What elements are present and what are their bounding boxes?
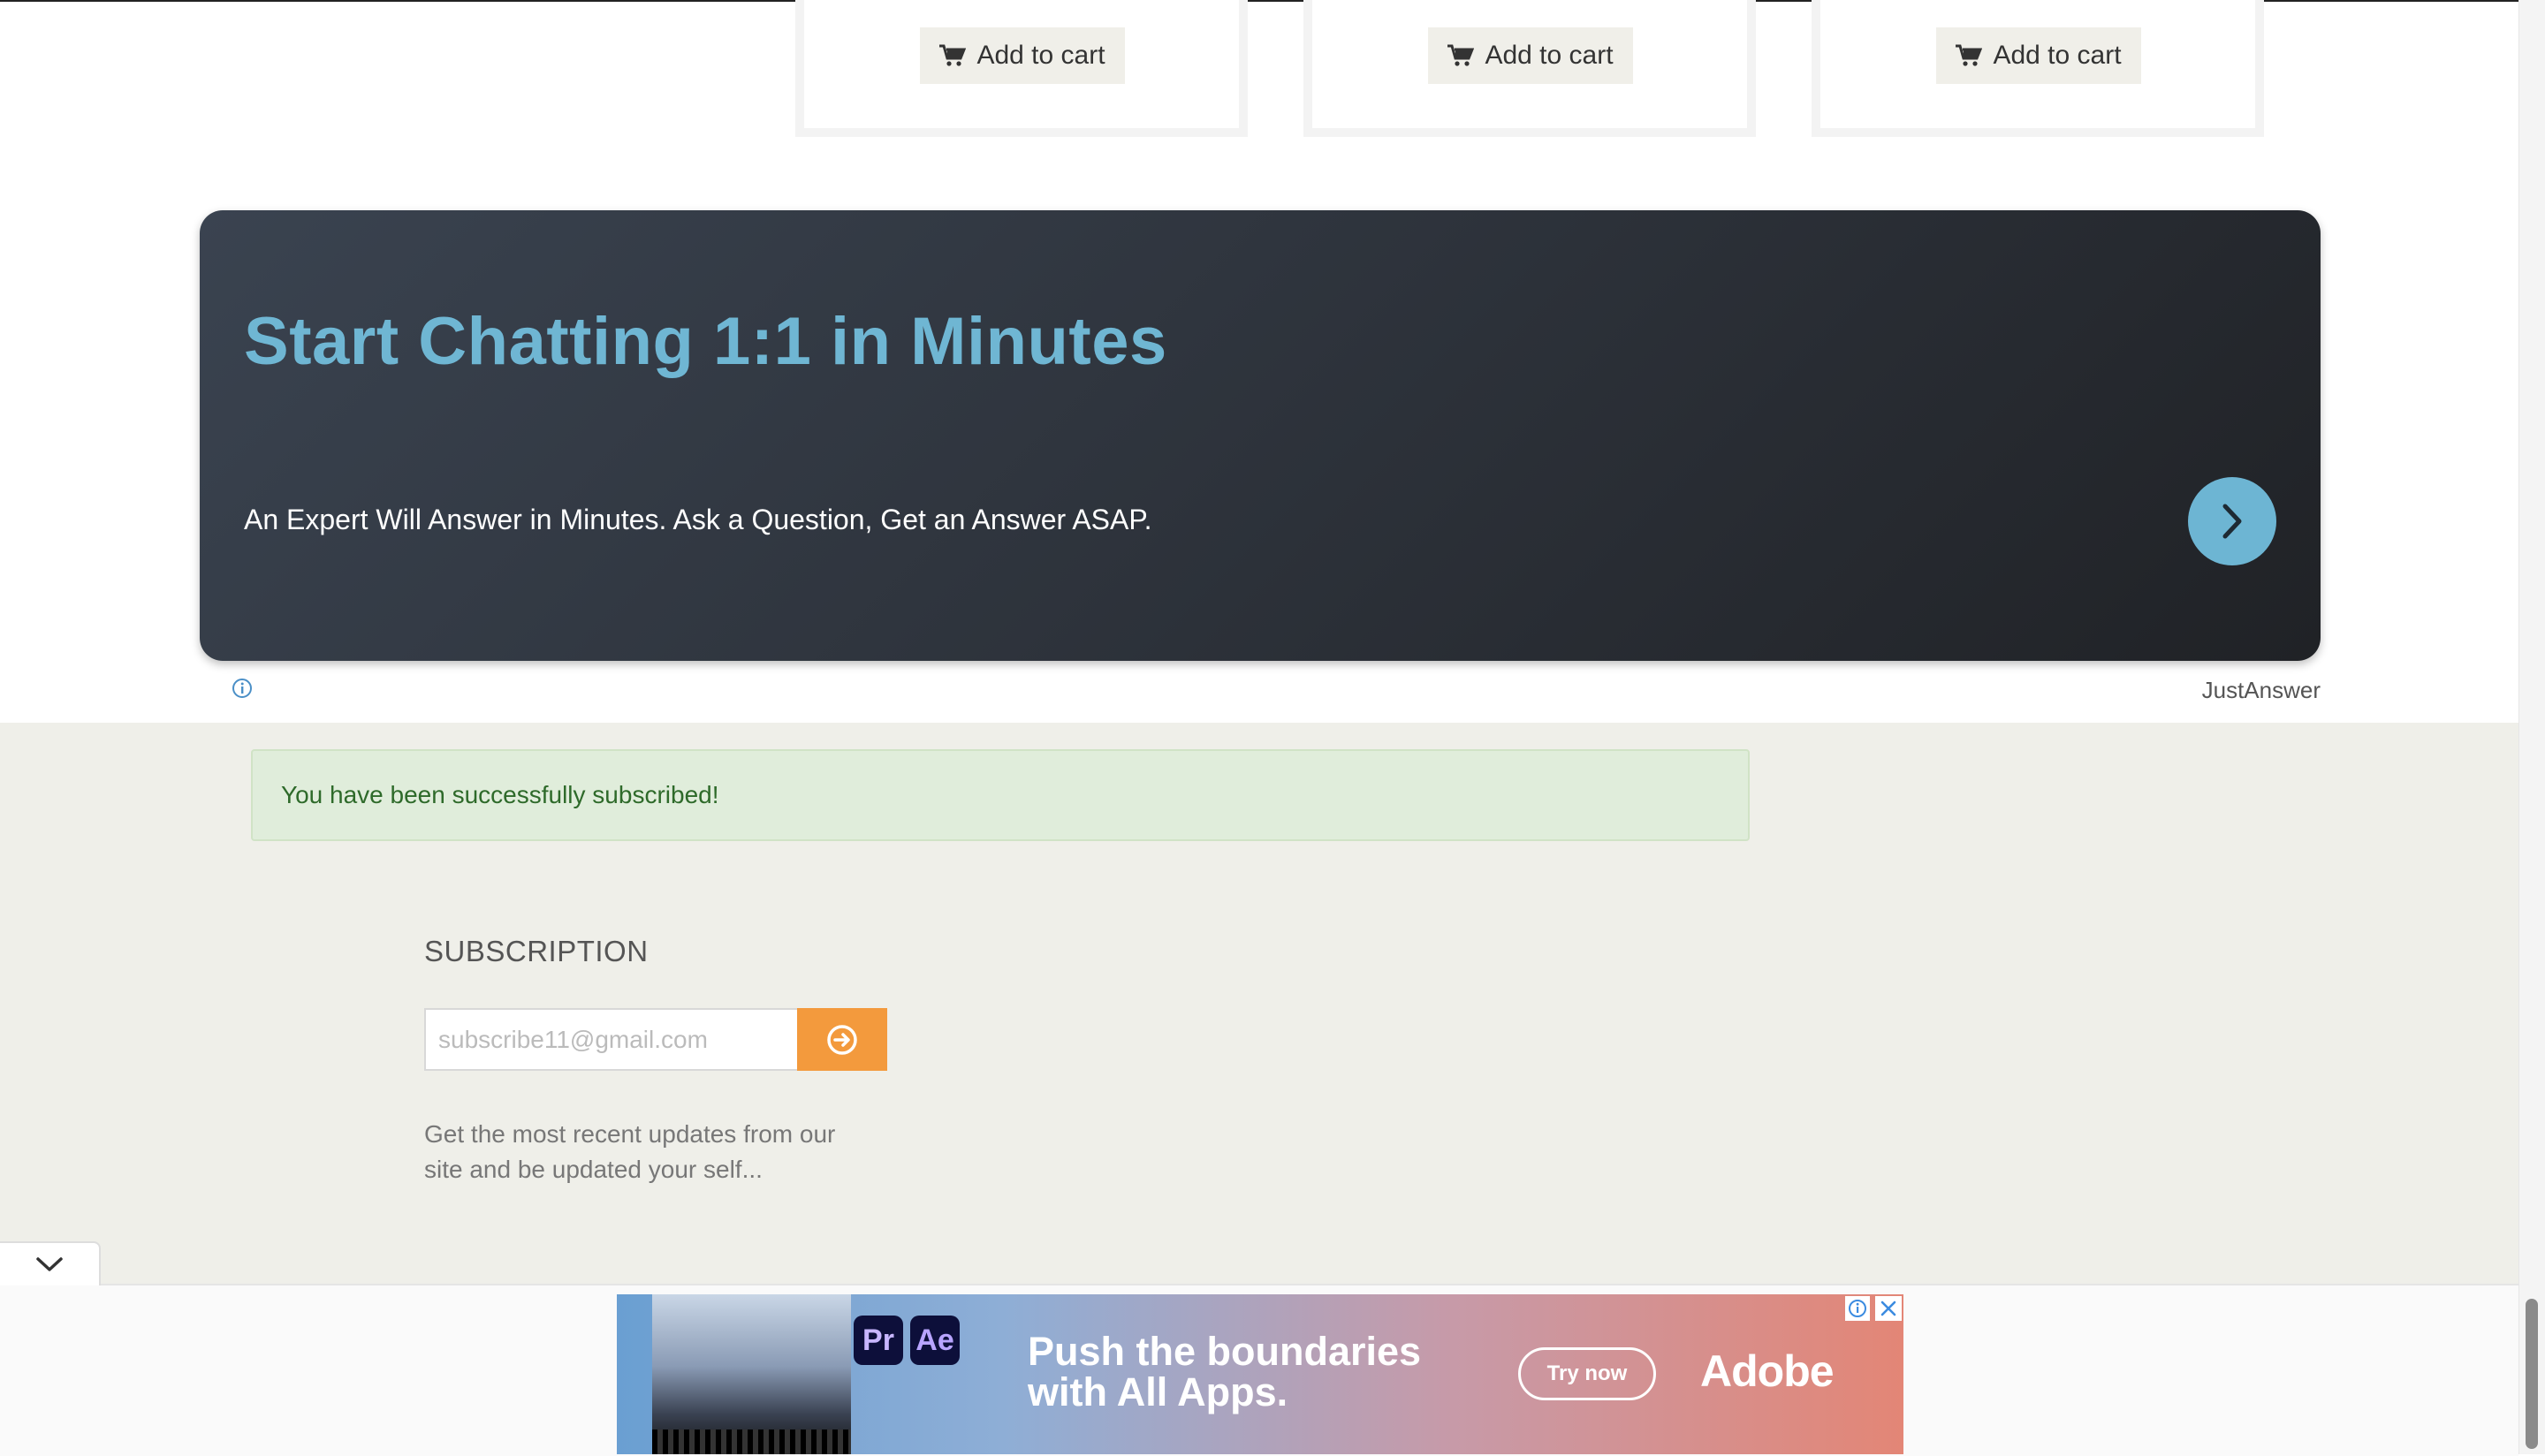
subscribe-button[interactable]: [797, 1008, 887, 1071]
add-to-cart-button[interactable]: Add to cart: [1428, 27, 1633, 84]
subscription-heading: SUBSCRIPTION: [424, 935, 649, 967]
subscription-description: Get the most recent updates from our sit…: [424, 1120, 836, 1183]
ad-choices-icon[interactable]: [1845, 1296, 1870, 1321]
ad-headline: Push the boundaries with All Apps.: [1028, 1329, 1422, 1414]
ad-image: [652, 1294, 851, 1454]
cart-icon: [1956, 44, 1983, 66]
product-card: Add to cart: [1812, 0, 2264, 137]
product-card: Add to cart: [795, 0, 1248, 137]
ad-next-button[interactable]: [2188, 477, 2276, 565]
add-to-cart-label: Add to cart: [1993, 41, 2122, 70]
add-to-cart-label: Add to cart: [976, 41, 1105, 70]
ad-subtitle: An Expert Will Answer in Minutes. Ask a …: [244, 504, 1152, 535]
chevron-right-icon: [2222, 504, 2242, 539]
try-now-button[interactable]: Try now: [1518, 1347, 1656, 1400]
ad-banner[interactable]: Start Chatting 1:1 in Minutes An Expert …: [200, 210, 2321, 661]
cart-icon: [939, 44, 967, 66]
adobe-logo: Adobe: [1700, 1346, 1835, 1396]
subscription-email-input[interactable]: [424, 1008, 797, 1071]
after-effects-app-tile: Ae: [910, 1316, 960, 1365]
product-card: Add to cart: [1303, 0, 1756, 137]
add-to-cart-button[interactable]: Add to cart: [920, 27, 1125, 84]
success-alert: You have been successfully subscribed!: [251, 749, 1750, 841]
add-to-cart-button[interactable]: Add to cart: [1936, 27, 2141, 84]
scrollbar-thumb[interactable]: [2526, 1299, 2538, 1449]
chevron-down-icon: [36, 1257, 63, 1271]
premiere-app-tile: Pr: [854, 1316, 903, 1365]
info-icon[interactable]: [232, 678, 253, 699]
ad-brand-label: JustAnswer: [2201, 677, 2321, 703]
cart-icon: [1447, 44, 1475, 66]
success-message: You have been successfully subscribed!: [281, 781, 719, 808]
ad-title: Start Chatting 1:1 in Minutes: [244, 304, 1167, 379]
collapse-ad-button[interactable]: [0, 1241, 101, 1285]
adobe-ad[interactable]: Pr Ae Push the boundaries with All Apps.…: [617, 1294, 1903, 1454]
close-icon[interactable]: [1875, 1296, 1902, 1321]
scrollbar-track[interactable]: [2518, 0, 2545, 1454]
arrow-circle-right-icon: [827, 1024, 857, 1055]
add-to-cart-label: Add to cart: [1485, 41, 1614, 70]
